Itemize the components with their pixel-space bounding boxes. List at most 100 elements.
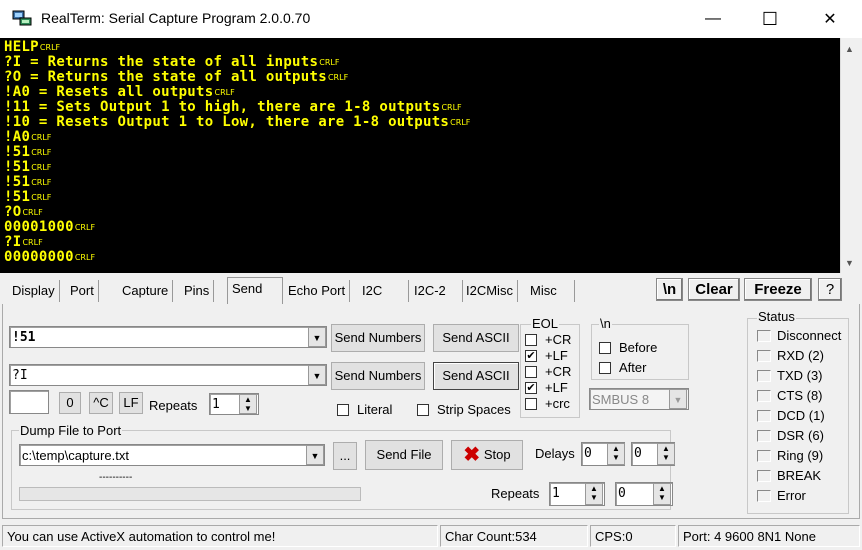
status-led bbox=[757, 450, 771, 462]
tab-echo-port[interactable]: Echo Port bbox=[284, 280, 351, 302]
crlf-marker: CRLF bbox=[450, 118, 471, 127]
crlf-marker: CRLF bbox=[31, 178, 52, 187]
status-led bbox=[757, 350, 771, 362]
send-ascii-button-2[interactable]: Send ASCII bbox=[433, 362, 519, 390]
send-ctrl-c-button[interactable]: ^C bbox=[89, 392, 113, 414]
terminal-line: !10 = Resets Output 1 to Low, there are … bbox=[4, 115, 470, 130]
crlf-marker: CRLF bbox=[22, 238, 43, 247]
newline-button[interactable]: \n bbox=[656, 278, 683, 301]
tab-display[interactable]: Display bbox=[8, 280, 60, 302]
terminal-line-text: 00001000 bbox=[4, 219, 74, 235]
eol-checkbox[interactable]: ✔ bbox=[525, 382, 537, 394]
before-label: Before bbox=[619, 340, 658, 355]
dump-file-dropdown-icon[interactable]: ▼ bbox=[306, 445, 324, 465]
delays-label: Delays bbox=[535, 446, 575, 461]
send-numbers-button-1[interactable]: Send Numbers bbox=[331, 324, 425, 352]
tab-pins[interactable]: Pins bbox=[180, 280, 215, 302]
status-label: TXD (3) bbox=[777, 368, 823, 383]
tab-port[interactable]: Port bbox=[66, 280, 99, 302]
tab-capture[interactable]: Capture bbox=[118, 280, 174, 302]
progress-text: ---------- bbox=[99, 472, 133, 483]
app-icon bbox=[12, 10, 32, 26]
help-button[interactable]: ? bbox=[818, 278, 842, 301]
send-lf-button[interactable]: LF bbox=[119, 392, 143, 414]
send-line-1-input[interactable]: !51 bbox=[9, 326, 327, 348]
status-led bbox=[757, 370, 771, 382]
send-line-1-dropdown-icon[interactable]: ▼ bbox=[308, 327, 326, 347]
literal-checkbox[interactable] bbox=[337, 404, 349, 416]
status-label: Ring (9) bbox=[777, 448, 824, 463]
tab-i2c-2[interactable]: I2C-2 bbox=[410, 280, 463, 302]
dump-repeats-2-spinner[interactable]: ▲ ▼ bbox=[653, 483, 671, 505]
repeats-spinner[interactable]: ▲ ▼ bbox=[239, 394, 257, 414]
smbus-dropdown-icon[interactable]: ▼ bbox=[669, 389, 687, 409]
terminal-scrollbar[interactable]: ▲ ▼ bbox=[840, 38, 859, 273]
after-label: After bbox=[619, 360, 647, 375]
tab-i2c[interactable]: I2C bbox=[358, 280, 409, 302]
terminal-line-text: !51 bbox=[4, 174, 31, 190]
send-file-button[interactable]: Send File bbox=[365, 440, 443, 470]
status-label: CTS (8) bbox=[777, 388, 823, 403]
before-checkbox[interactable] bbox=[599, 342, 611, 354]
char-input[interactable] bbox=[9, 390, 49, 414]
send-zero-button[interactable]: 0 bbox=[59, 392, 81, 414]
eol-checkbox[interactable] bbox=[525, 334, 537, 346]
terminal-line: !51CRLF bbox=[4, 160, 51, 175]
dump-progress-bar bbox=[19, 487, 361, 501]
tab-send[interactable]: Send bbox=[227, 277, 283, 304]
scroll-up-icon[interactable]: ▲ bbox=[845, 44, 854, 54]
freeze-button[interactable]: Freeze bbox=[744, 278, 812, 301]
terminal-line-text: !11 = Sets Output 1 to high, there are 1… bbox=[4, 99, 441, 115]
crlf-marker: CRLF bbox=[31, 193, 52, 202]
strip-spaces-checkbox[interactable] bbox=[417, 404, 429, 416]
eol-checkbox[interactable] bbox=[525, 366, 537, 378]
eol-checkbox[interactable] bbox=[525, 398, 537, 410]
crlf-marker: CRLF bbox=[74, 223, 96, 232]
browse-button[interactable]: ... bbox=[333, 442, 357, 470]
maximize-button[interactable]: ☐ bbox=[740, 0, 800, 38]
status-label: Error bbox=[777, 488, 806, 503]
terminal-display[interactable]: HELPCRLF ?I = Returns the state of all in… bbox=[0, 38, 840, 273]
eol-label: +LF bbox=[545, 380, 568, 395]
eol-label: +LF bbox=[545, 348, 568, 363]
status-label: Disconnect bbox=[777, 328, 842, 343]
title-bar: RealTerm: Serial Capture Program 2.0.0.7… bbox=[0, 0, 862, 38]
stop-button[interactable]: ✖ Stop bbox=[451, 440, 523, 470]
send-ascii-button-1[interactable]: Send ASCII bbox=[433, 324, 519, 352]
delay-1-spinner[interactable]: ▲ ▼ bbox=[607, 443, 625, 465]
minimize-button[interactable]: — bbox=[683, 0, 743, 38]
status-led bbox=[757, 410, 771, 422]
tab-row: Display Port Capture Pins Send Echo Port… bbox=[0, 276, 862, 304]
crlf-marker: CRLF bbox=[319, 58, 340, 67]
tab-misc[interactable]: Misc bbox=[526, 280, 575, 302]
dump-repeats-1-spinner[interactable]: ▲ ▼ bbox=[585, 483, 603, 505]
terminal-line: 00000000CRLF bbox=[4, 250, 95, 265]
terminal-line-text: !51 bbox=[4, 159, 31, 175]
terminal-line-text: ?I bbox=[4, 234, 22, 250]
eol-checkbox[interactable]: ✔ bbox=[525, 350, 537, 362]
terminal-line: ?I = Returns the state of all inputsCRLF bbox=[4, 55, 339, 70]
eol-label: +crc bbox=[545, 396, 570, 411]
window-title: RealTerm: Serial Capture Program 2.0.0.7… bbox=[41, 10, 311, 26]
crlf-marker: CRLF bbox=[22, 208, 43, 217]
crlf-marker: CRLF bbox=[31, 148, 52, 157]
char-count: Char Count:534 bbox=[440, 525, 588, 547]
terminal-line-text: !51 bbox=[4, 189, 31, 205]
crlf-marker: CRLF bbox=[214, 88, 235, 97]
terminal-line-text: HELP bbox=[4, 39, 39, 55]
terminal-line-text: ?O bbox=[4, 204, 22, 220]
tab-i2cmisc[interactable]: I2CMisc bbox=[462, 280, 518, 302]
scroll-down-icon[interactable]: ▼ bbox=[845, 258, 854, 268]
send-line-2-dropdown-icon[interactable]: ▼ bbox=[308, 365, 326, 385]
send-numbers-button-2[interactable]: Send Numbers bbox=[331, 362, 425, 390]
send-line-2-input[interactable]: ?I bbox=[9, 364, 327, 386]
after-checkbox[interactable] bbox=[599, 362, 611, 374]
clear-button[interactable]: Clear bbox=[688, 278, 740, 301]
delay-2-spinner[interactable]: ▲ ▼ bbox=[657, 443, 675, 465]
terminal-line: HELPCRLF bbox=[4, 40, 60, 55]
dump-file-path-input[interactable]: c:\temp\capture.txt bbox=[19, 444, 325, 466]
send-panel: !51 ▼ Send Numbers Send ASCII ?I ▼ Send … bbox=[2, 304, 860, 519]
terminal-line: ?OCRLF bbox=[4, 205, 43, 220]
status-led bbox=[757, 490, 771, 502]
close-button[interactable]: ✕ bbox=[800, 0, 860, 38]
